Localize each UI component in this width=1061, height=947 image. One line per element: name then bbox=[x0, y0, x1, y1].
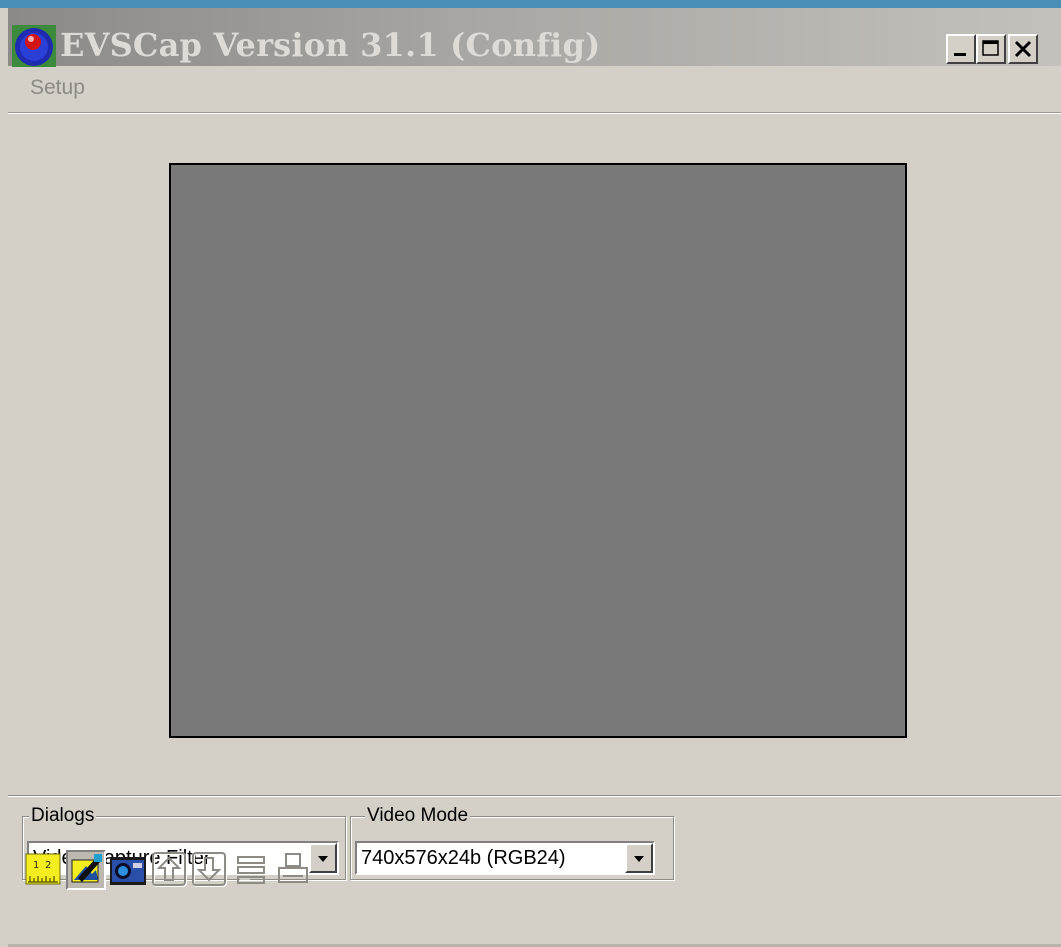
camera-capture-button[interactable] bbox=[108, 850, 148, 890]
camera-capture-icon bbox=[110, 857, 146, 885]
ruler-icon: 1 2 bbox=[25, 853, 61, 885]
evscap-app-icon[interactable] bbox=[12, 25, 56, 67]
upload-button[interactable] bbox=[150, 850, 190, 890]
download-button[interactable] bbox=[190, 850, 230, 890]
svg-text:2: 2 bbox=[45, 860, 51, 871]
menu-bar: Setup bbox=[8, 66, 1061, 112]
minimize-icon bbox=[954, 53, 966, 56]
window-title: EVSCap Version 31.1 (Config) bbox=[60, 26, 601, 64]
maximize-icon bbox=[982, 40, 999, 56]
video-mode-label: Video Mode bbox=[365, 805, 471, 827]
title-bar[interactable]: EVSCap Version 31.1 (Config) bbox=[8, 8, 1061, 67]
app-window: EVSCap Version 31.1 (Config) Setup Dialo… bbox=[8, 8, 1061, 947]
ruler-button[interactable]: 1 2 bbox=[24, 850, 64, 890]
edit-picture-button[interactable] bbox=[66, 850, 106, 890]
dialogs-label: Dialogs bbox=[29, 805, 97, 827]
maximize-button[interactable] bbox=[976, 34, 1006, 64]
list-icon bbox=[237, 856, 265, 884]
toolbar: 1 2 bbox=[8, 840, 1061, 896]
download-icon bbox=[192, 852, 227, 887]
upload-icon bbox=[152, 852, 187, 887]
menu-divider bbox=[8, 112, 1061, 114]
close-button[interactable] bbox=[1008, 34, 1038, 64]
list-button[interactable] bbox=[232, 850, 272, 890]
close-icon bbox=[1014, 40, 1032, 58]
edit-picture-icon bbox=[71, 854, 102, 883]
print-button[interactable] bbox=[274, 850, 314, 890]
desktop-top-edge bbox=[0, 0, 1061, 8]
video-preview bbox=[169, 163, 907, 738]
menu-setup[interactable]: Setup bbox=[30, 76, 85, 100]
print-icon bbox=[278, 853, 308, 883]
svg-text:1: 1 bbox=[33, 860, 39, 871]
controls-divider bbox=[8, 795, 1061, 797]
minimize-button[interactable] bbox=[946, 34, 976, 64]
